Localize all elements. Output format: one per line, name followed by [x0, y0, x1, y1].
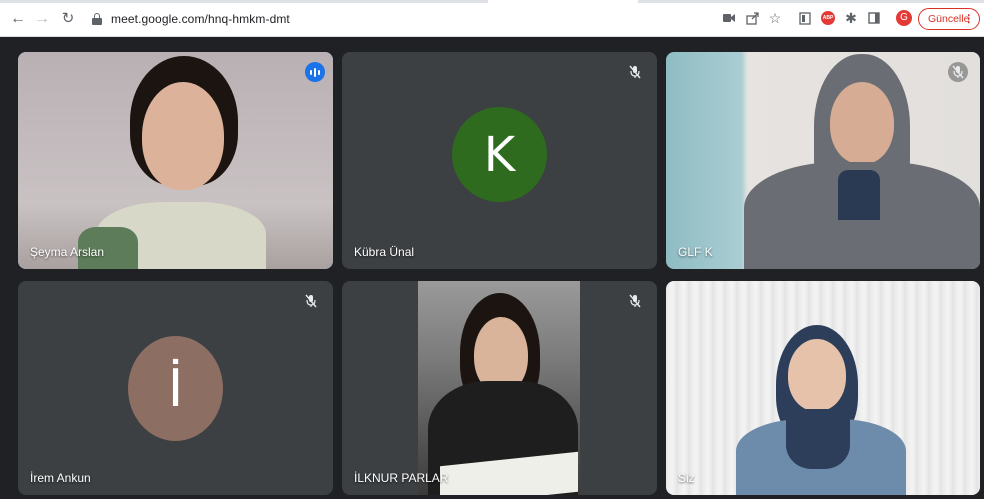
- browser-toolbar: ← → ↻ meet.google.com/hnq-hmkm-dmt ☆ ABP…: [0, 0, 984, 37]
- address-bar[interactable]: meet.google.com/hnq-hmkm-dmt: [92, 7, 412, 31]
- tab-strip: [0, 0, 984, 3]
- participant-tile[interactable]: İ İrem Ankun: [18, 281, 333, 495]
- mic-off-icon: [625, 291, 645, 311]
- adblock-plus-icon[interactable]: ABP: [820, 9, 836, 27]
- active-tab[interactable]: [488, 0, 638, 3]
- participant-avatar: K: [452, 107, 547, 202]
- participant-tile[interactable]: İLKNUR PARLAR: [342, 281, 657, 495]
- lock-icon[interactable]: [92, 13, 102, 25]
- participant-name: İLKNUR PARLAR: [354, 471, 449, 485]
- self-video: [666, 281, 980, 495]
- back-icon[interactable]: ←: [8, 9, 28, 29]
- extensions-puzzle-icon[interactable]: ✱: [843, 9, 859, 27]
- update-button[interactable]: Güncelle ⋮: [918, 8, 980, 30]
- url-text[interactable]: meet.google.com/hnq-hmkm-dmt: [111, 12, 290, 26]
- participant-name: İrem Ankun: [30, 471, 91, 485]
- speaking-indicator-icon: [305, 62, 325, 82]
- participant-tile[interactable]: K Kübra Ünal: [342, 52, 657, 269]
- camera-in-use-icon[interactable]: [722, 9, 736, 27]
- mic-off-icon: [948, 62, 968, 82]
- participant-name: Şeyma Arslan: [30, 245, 105, 259]
- participant-name: GLF K: [678, 245, 713, 259]
- forward-icon[interactable]: →: [32, 9, 52, 29]
- participant-video: [18, 52, 333, 269]
- reading-mode-icon[interactable]: [797, 9, 813, 27]
- profile-avatar[interactable]: G: [895, 9, 913, 27]
- reload-icon[interactable]: ↻: [58, 9, 78, 29]
- more-menu-icon[interactable]: ⋮: [964, 9, 975, 29]
- participant-tile[interactable]: Şeyma Arslan: [18, 52, 333, 269]
- participant-video: [418, 281, 580, 495]
- share-icon[interactable]: [744, 9, 760, 27]
- bookmark-star-icon[interactable]: ☆: [767, 9, 783, 27]
- participant-tile[interactable]: GLF K: [666, 52, 980, 269]
- participant-name: Siz: [678, 471, 695, 485]
- participant-video: [666, 52, 980, 269]
- participant-avatar: İ: [128, 336, 223, 441]
- self-view-tile[interactable]: Siz: [666, 281, 980, 495]
- participant-name: Kübra Ünal: [354, 245, 415, 259]
- mic-off-icon: [625, 62, 645, 82]
- side-panel-icon[interactable]: [866, 9, 882, 27]
- mic-off-icon: [301, 291, 321, 311]
